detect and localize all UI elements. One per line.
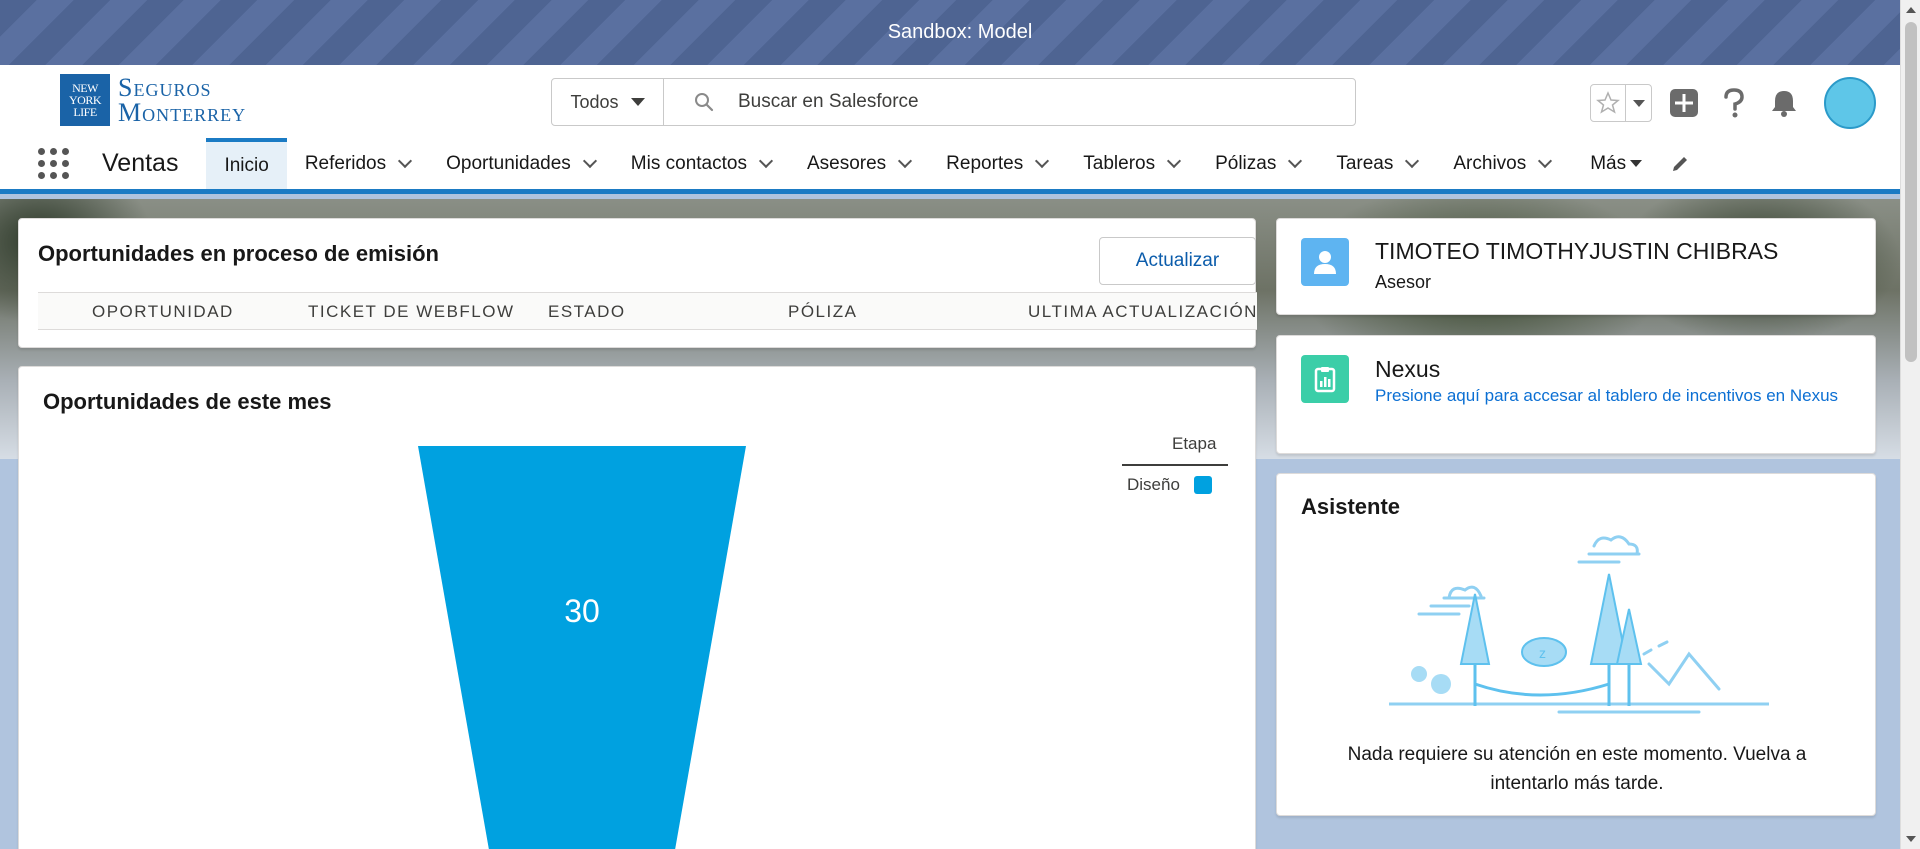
more-label: Más	[1590, 152, 1627, 174]
page-scrollbar[interactable]	[1900, 0, 1920, 849]
app-navigation: Ventas Inicio Referidos Oportunidades Mi…	[0, 138, 1920, 194]
chevron-down-icon[interactable]	[758, 153, 774, 168]
tab-mis-contactos[interactable]: Mis contactos	[613, 138, 789, 189]
pencil-icon	[1673, 156, 1688, 171]
plus-icon	[1670, 89, 1698, 117]
funnel-segment[interactable]	[418, 446, 746, 849]
tab-archivos[interactable]: Archivos	[1435, 138, 1568, 189]
favorites-list-button[interactable]	[1625, 85, 1651, 121]
person-icon	[1314, 251, 1336, 274]
user-role: Asesor	[1375, 272, 1432, 292]
caret-down-icon	[630, 98, 645, 106]
star-icon	[1596, 91, 1620, 114]
user-avatar[interactable]	[1824, 77, 1876, 129]
sandbox-label: Sandbox: Model	[887, 21, 1033, 43]
app-name: Ventas	[102, 149, 179, 177]
chevron-down-icon[interactable]	[1538, 153, 1553, 168]
tab-label: Referidos	[304, 152, 387, 174]
global-search: Todos	[551, 78, 1356, 126]
legend-label: Diseño	[1127, 475, 1180, 494]
update-button[interactable]: Actualizar	[1099, 237, 1256, 285]
svg-text:z: z	[1539, 645, 1546, 661]
chevron-down-icon[interactable]	[1167, 153, 1182, 168]
app-launcher-button[interactable]	[0, 138, 76, 189]
column-header[interactable]: OPORTUNIDAD	[92, 302, 234, 322]
scroll-up-arrow-icon[interactable]	[1906, 7, 1916, 13]
sandbox-banner: Sandbox: Model	[0, 0, 1920, 65]
nexus-card: Nexus Presione aquí para accesar al tabl…	[1276, 335, 1876, 454]
column-header[interactable]: ESTADO	[548, 302, 626, 322]
help-button[interactable]	[1716, 85, 1752, 121]
tab-label: Reportes	[946, 152, 1024, 174]
more-tabs-menu[interactable]: Más	[1568, 138, 1654, 189]
company-logo[interactable]: NEW YORK LIFE Seguros Monterrey	[60, 74, 246, 126]
help-icon	[1724, 88, 1744, 118]
user-name[interactable]: TIMOTEO TIMOTHYJUSTIN CHIBRAS	[1375, 238, 1778, 265]
notifications-button[interactable]	[1766, 85, 1802, 121]
chevron-down-icon[interactable]	[1405, 153, 1420, 168]
legend-entry[interactable]: Diseño	[1127, 475, 1212, 495]
tab-oportunidades[interactable]: Oportunidades	[428, 138, 613, 189]
search-input[interactable]	[738, 91, 1338, 113]
chevron-down-icon[interactable]	[398, 153, 413, 168]
tab-inicio[interactable]: Inicio	[206, 138, 287, 189]
tab-label: Archivos	[1453, 152, 1527, 174]
column-header[interactable]: ULTIMA ACTUALIZACIÓN	[1028, 302, 1257, 322]
favorites-control	[1590, 84, 1652, 122]
global-actions-button[interactable]	[1666, 85, 1702, 121]
emision-card-title: Oportunidades en proceso de emisión	[38, 241, 439, 266]
tab-asesores[interactable]: Asesores	[789, 138, 928, 189]
column-header[interactable]: PÓLIZA	[788, 302, 857, 322]
legend-title: Etapa	[1172, 434, 1217, 453]
bell-icon	[1772, 91, 1796, 117]
column-header[interactable]: TICKET DE WEBFLOW	[308, 302, 515, 322]
header-actions	[1590, 77, 1876, 129]
search-field[interactable]	[664, 79, 1355, 125]
emision-card: Oportunidades en proceso de emisión Actu…	[18, 218, 1257, 348]
global-header: NEW YORK LIFE Seguros Monterrey Todos	[0, 65, 1920, 138]
logo-badge: NEW YORK LIFE	[60, 74, 110, 126]
logo-wordmark: Seguros Monterrey	[118, 73, 247, 127]
tab-tableros[interactable]: Tableros	[1065, 138, 1197, 189]
chevron-down-icon[interactable]	[1288, 153, 1303, 168]
search-scope-dropdown[interactable]: Todos	[552, 79, 664, 125]
waffle-icon	[37, 148, 69, 179]
favorite-star-button[interactable]	[1591, 85, 1625, 121]
user-card: TIMOTEO TIMOTHYJUSTIN CHIBRAS Asesor	[1276, 218, 1876, 315]
tab-polizas[interactable]: Pólizas	[1197, 138, 1318, 189]
caret-down-icon	[1630, 160, 1643, 167]
tab-label: Oportunidades	[446, 152, 571, 174]
emision-table-header: OPORTUNIDAD TICKET DE WEBFLOW ESTADO PÓL…	[38, 292, 1257, 330]
nexus-dashboard-link[interactable]: Presione aquí para accesar al tablero de…	[1301, 383, 1861, 409]
tab-label: Mis contactos	[630, 152, 747, 174]
search-scope-label: Todos	[570, 91, 619, 112]
chevron-down-icon[interactable]	[582, 153, 597, 168]
legend-divider	[1122, 464, 1228, 466]
chevron-down-icon[interactable]	[898, 153, 913, 168]
opportunities-month-card: Oportunidades de este mes 30 Etapa Diseñ…	[18, 366, 1256, 849]
edit-nav-button[interactable]	[1654, 138, 1706, 189]
search-icon	[695, 93, 714, 112]
funnel-chart: 30	[418, 446, 746, 849]
nexus-title: Nexus	[1375, 356, 1441, 382]
assistant-card: Asistente z Nada requiere su atención en…	[1276, 473, 1876, 816]
legend-swatch	[1193, 476, 1212, 494]
tab-label: Tareas	[1336, 152, 1394, 174]
tab-label: Asesores	[806, 152, 887, 174]
assistant-empty-message: Nada requiere su atención en este moment…	[1347, 744, 1807, 794]
tab-reportes[interactable]: Reportes	[928, 138, 1065, 189]
tab-referidos[interactable]: Referidos	[287, 138, 428, 189]
assistant-title: Asistente	[1301, 494, 1401, 519]
caret-down-icon	[1632, 99, 1645, 107]
chevron-down-icon[interactable]	[1035, 153, 1050, 168]
funnel-value-label: 30	[564, 593, 600, 629]
scroll-down-arrow-icon[interactable]	[1906, 836, 1916, 842]
tab-label: Tableros	[1083, 152, 1156, 174]
tab-label: Inicio	[224, 154, 269, 176]
tab-label: Pólizas	[1215, 152, 1277, 174]
empty-state-illustration: z	[1389, 535, 1769, 714]
tab-tareas[interactable]: Tareas	[1318, 138, 1435, 189]
user-icon	[1301, 238, 1349, 286]
scrollbar-thumb[interactable]	[1905, 22, 1917, 362]
